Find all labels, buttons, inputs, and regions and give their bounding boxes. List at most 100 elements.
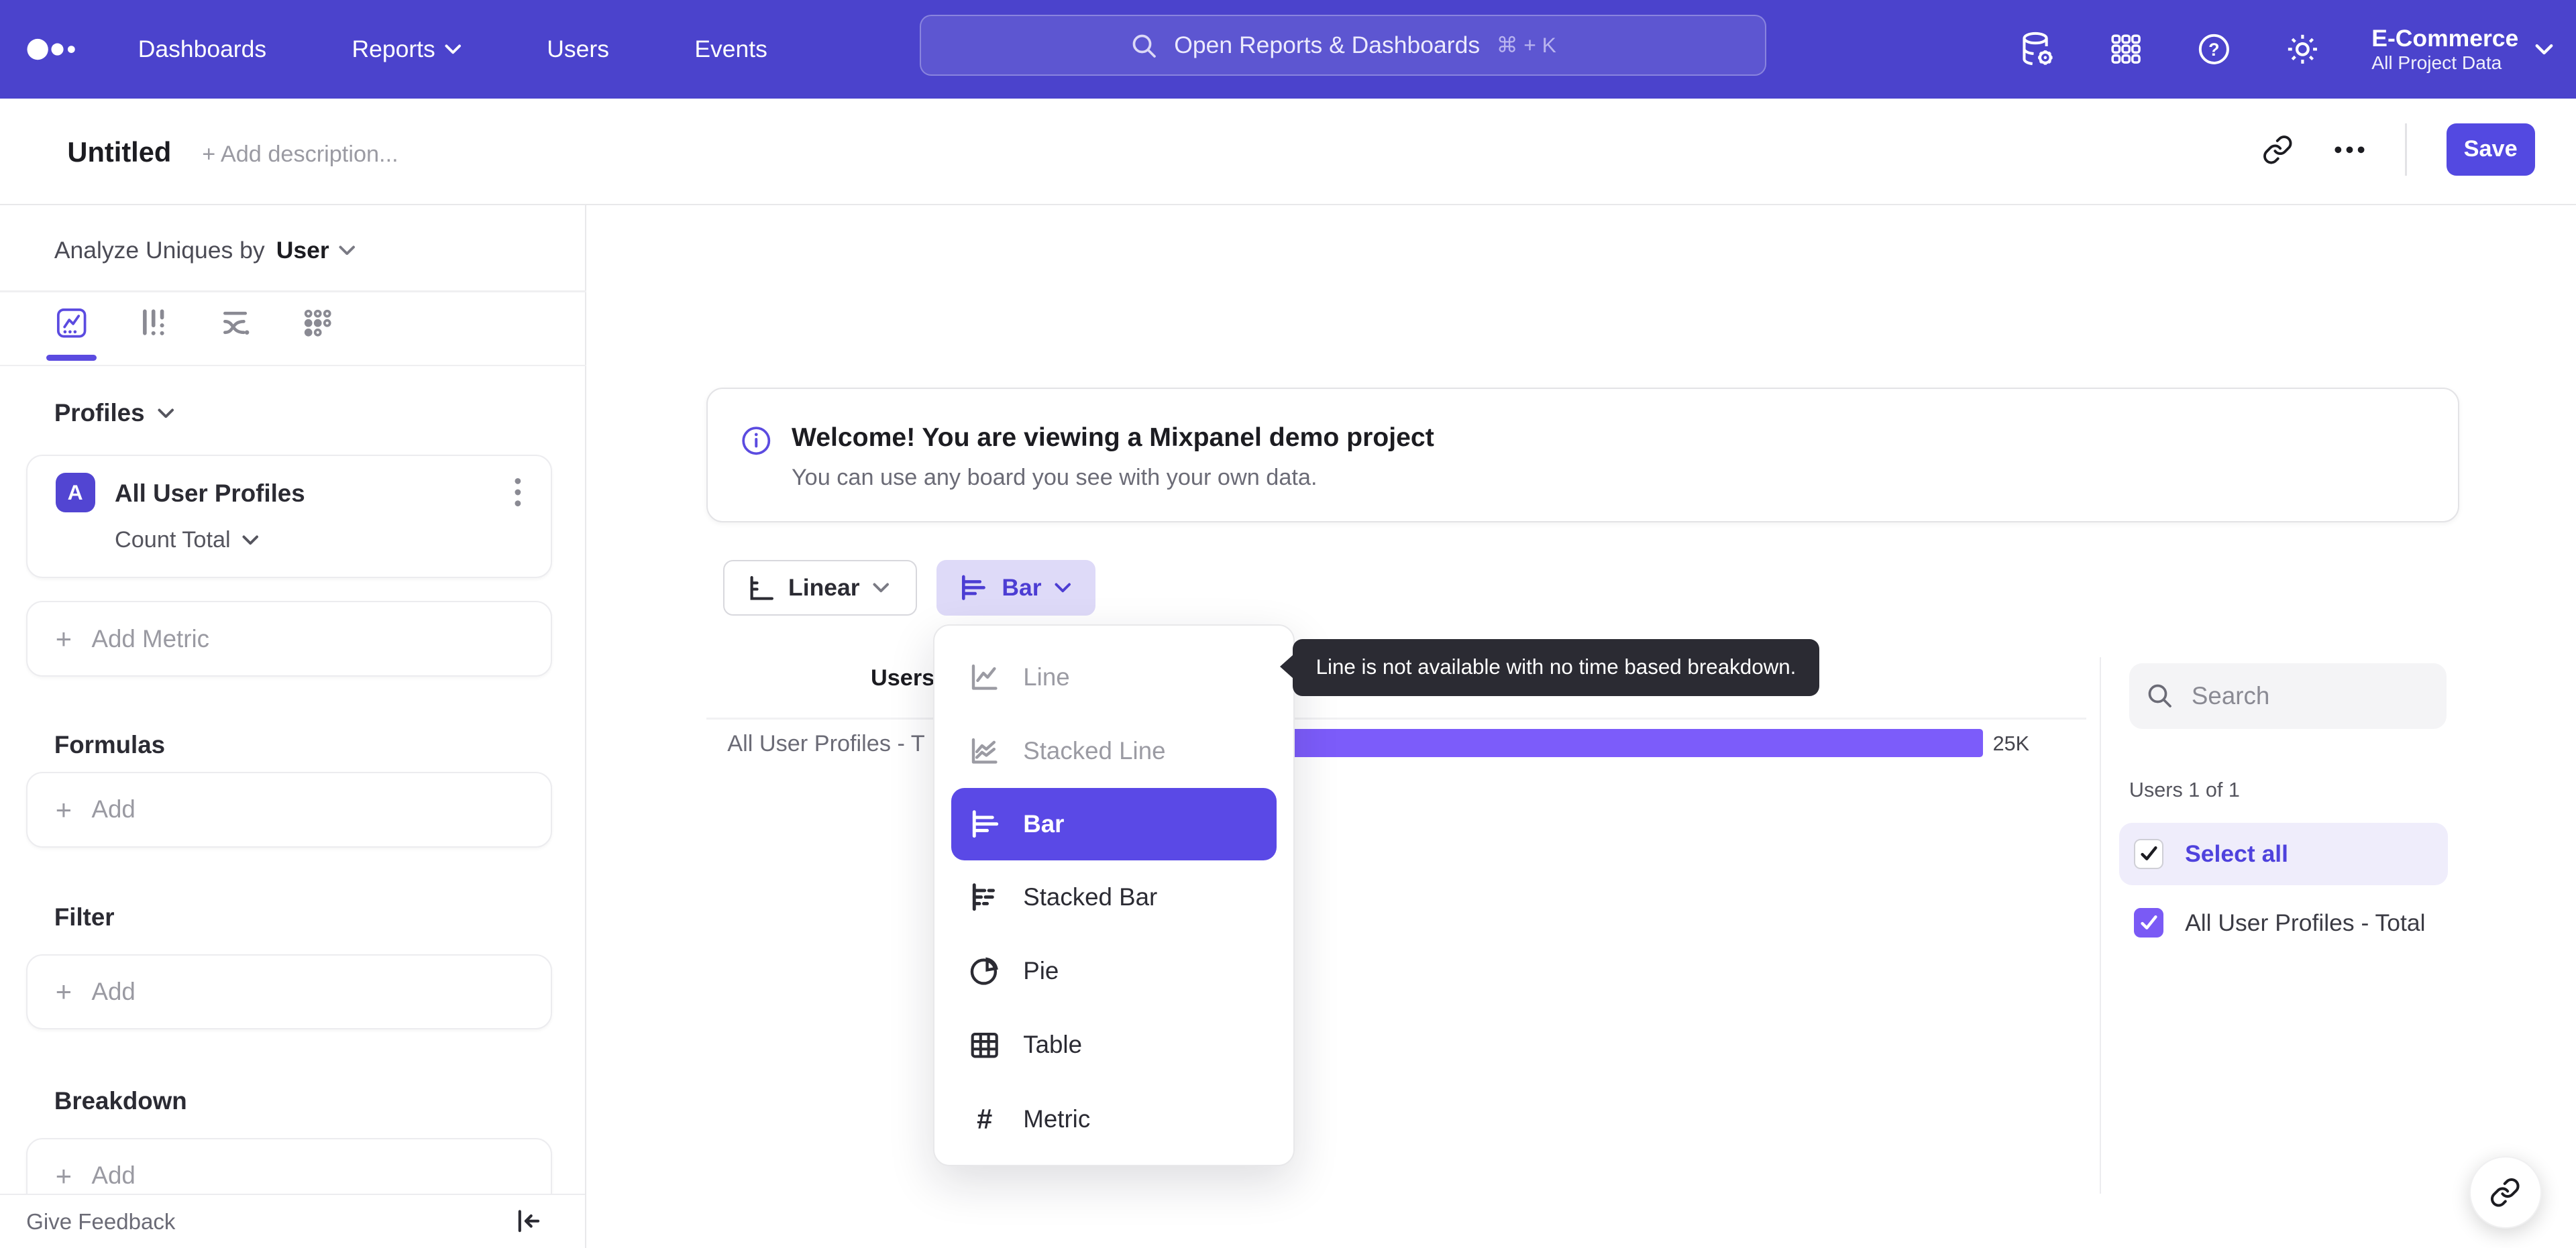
- add-filter-button[interactable]: + Add: [26, 954, 552, 1030]
- analyze-entity-selector[interactable]: User: [276, 237, 356, 264]
- sidebar-divider: [0, 364, 587, 367]
- project-name: E-Commerce: [2371, 24, 2519, 52]
- search-icon: [1132, 34, 1156, 58]
- nav-dashboards-label: Dashboards: [138, 35, 267, 62]
- help-icon: ?: [2198, 34, 2229, 64]
- report-title[interactable]: Untitled: [67, 136, 171, 168]
- formulas-section-header: Formulas: [54, 731, 165, 759]
- info-icon: [742, 427, 771, 455]
- plus-icon: +: [55, 622, 72, 655]
- menu-item-table[interactable]: Table: [934, 1008, 1293, 1082]
- nav-dashboards[interactable]: Dashboards: [138, 36, 266, 63]
- metric-name[interactable]: All User Profiles: [115, 479, 305, 508]
- scale-value: Linear: [788, 574, 860, 602]
- chevron-down-icon: [158, 408, 174, 418]
- collapse-sidebar-icon[interactable]: [515, 1207, 543, 1235]
- axis-icon: [750, 576, 773, 601]
- banner-title: Welcome! You are viewing a Mixpanel demo…: [791, 423, 1434, 453]
- help-button[interactable]: ?: [2194, 30, 2234, 69]
- menu-item-pie[interactable]: Pie: [934, 934, 1293, 1008]
- apps-grid-button[interactable]: [2107, 30, 2145, 68]
- stacked-bar-chart-icon: [967, 880, 1002, 914]
- give-feedback-link[interactable]: Give Feedback: [26, 1210, 175, 1235]
- metric-card[interactable]: A All User Profiles Count Total: [26, 455, 552, 579]
- project-info: E-Commerce All Project Data: [2371, 25, 2518, 74]
- tab-funnels-icon[interactable]: [136, 306, 170, 340]
- add-metric-button[interactable]: + Add Metric: [26, 601, 552, 677]
- search-shortcut: ⌘ + K: [1496, 33, 1556, 58]
- report-type-tabs: [54, 306, 335, 340]
- chart-type-value: Bar: [1002, 574, 1042, 602]
- tab-flows-icon[interactable]: [219, 306, 253, 340]
- add-description-field[interactable]: + Add description...: [202, 141, 398, 168]
- menu-item-metric[interactable]: # Metric: [934, 1082, 1293, 1155]
- data-management-button[interactable]: [2017, 29, 2057, 70]
- sidebar-footer: Give Feedback: [0, 1194, 585, 1248]
- grid-icon: [2111, 34, 2141, 64]
- more-options-button[interactable]: [2333, 145, 2366, 155]
- nav-events[interactable]: Events: [694, 36, 767, 63]
- filter-section-header: Filter: [54, 903, 115, 931]
- aggregation-selector[interactable]: Count Total: [115, 527, 258, 553]
- sidebar-divider: [0, 290, 587, 292]
- plus-icon: +: [55, 976, 72, 1008]
- active-tab-indicator: [46, 354, 97, 361]
- chart-row-label: All User Profiles - T: [727, 730, 925, 756]
- gear-icon: [2288, 34, 2317, 64]
- global-search-button[interactable]: Open Reports & Dashboards ⌘ + K: [920, 15, 1766, 76]
- select-all-row[interactable]: Select all: [2119, 822, 2448, 885]
- settings-button[interactable]: [2283, 30, 2322, 69]
- report-actions: Save: [2262, 123, 2535, 176]
- nav-users[interactable]: Users: [547, 36, 609, 63]
- chevron-down-icon: [339, 245, 356, 255]
- ellipsis-icon: [2334, 146, 2365, 153]
- add-formula-label: Add: [91, 795, 136, 824]
- scale-selector[interactable]: Linear: [722, 560, 917, 616]
- series-row[interactable]: All User Profiles - Total: [2119, 892, 2448, 954]
- menu-item-line[interactable]: Line: [934, 640, 1293, 714]
- demo-banner: Welcome! You are viewing a Mixpanel demo…: [706, 387, 2460, 522]
- nav-reports-label: Reports: [352, 35, 435, 62]
- formulas-label: Formulas: [54, 730, 166, 758]
- tab-insights-icon[interactable]: [54, 306, 89, 340]
- primary-nav: Dashboards Reports Users Events: [138, 0, 767, 99]
- plus-icon: +: [55, 1159, 72, 1192]
- series-search-input[interactable]: [2129, 663, 2447, 730]
- navbar-right: ? E-Commerce All Project Data: [2017, 0, 2553, 99]
- save-button[interactable]: Save: [2446, 123, 2535, 176]
- top-navbar: Dashboards Reports Users Events Open Rep…: [0, 0, 2576, 99]
- bar-chart-icon: [967, 807, 1002, 841]
- chevron-down-icon: [2535, 44, 2553, 55]
- menu-item-label: Stacked Line: [1023, 736, 1166, 764]
- copy-link-button[interactable]: [2262, 134, 2294, 166]
- mixpanel-logo-icon[interactable]: [26, 36, 92, 62]
- menu-item-stacked-bar[interactable]: Stacked Bar: [934, 860, 1293, 934]
- tab-retention-icon[interactable]: [301, 306, 335, 340]
- series-checkbox[interactable]: [2134, 908, 2164, 938]
- stacked-line-chart-icon: [967, 734, 1002, 768]
- select-all-checkbox[interactable]: [2134, 839, 2164, 869]
- mixpanel-app: Dashboards Reports Users Events Open Rep…: [0, 0, 2576, 1248]
- menu-item-stacked-line[interactable]: Stacked Line: [934, 714, 1293, 788]
- chevron-down-icon: [873, 583, 890, 593]
- add-formula-button[interactable]: + Add: [26, 772, 552, 848]
- chevron-down-icon: [242, 535, 258, 545]
- chevron-down-icon: [1055, 583, 1071, 593]
- filter-label: Filter: [54, 903, 115, 931]
- menu-item-label: Metric: [1023, 1104, 1091, 1133]
- tooltip-arrow: [1280, 655, 1293, 679]
- profiles-section-header[interactable]: Profiles: [54, 399, 174, 427]
- line-chart-icon: [967, 660, 1002, 694]
- share-link-fab[interactable]: [2469, 1156, 2542, 1229]
- analyze-entity-value: User: [276, 236, 329, 264]
- nav-reports[interactable]: Reports: [352, 35, 462, 63]
- check-icon: [2141, 915, 2157, 930]
- metric-menu-button[interactable]: [501, 473, 534, 512]
- chart-bar-value: 25K: [1992, 732, 2030, 756]
- chart-type-selector[interactable]: Bar: [936, 560, 1096, 616]
- panel-divider: [2099, 657, 2102, 1194]
- menu-item-bar[interactable]: Bar: [951, 788, 1277, 860]
- project-switcher[interactable]: E-Commerce All Project Data: [2371, 25, 2553, 74]
- disabled-option-tooltip: Line is not available with no time based…: [1280, 638, 1819, 697]
- chart-type-menu: Line Stacked Line Bar Stacked Bar Pie Ta…: [933, 624, 1295, 1166]
